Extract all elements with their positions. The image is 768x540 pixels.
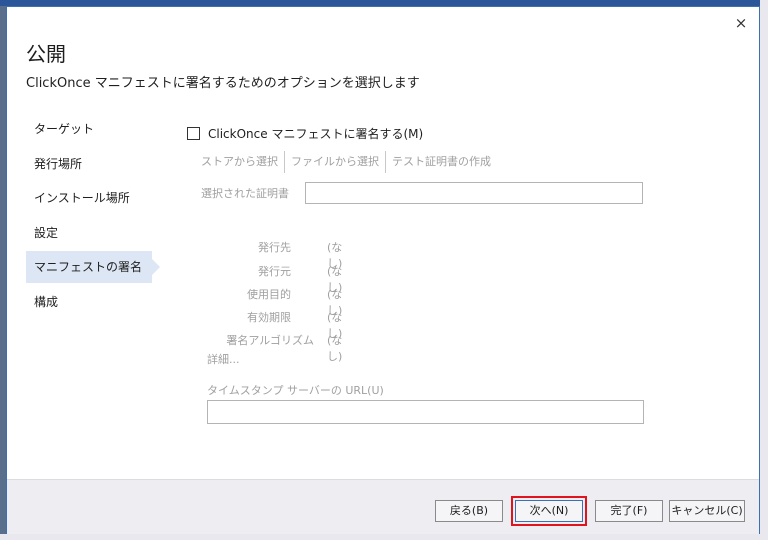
selected-certificate-field[interactable] bbox=[305, 182, 643, 204]
back-button[interactable]: 戻る(B) bbox=[435, 500, 503, 522]
select-from-store-button[interactable]: ストアから選択 bbox=[201, 152, 284, 172]
wizard-nav: ターゲット 発行場所 インストール場所 設定 マニフェストの署名 構成 bbox=[26, 113, 178, 320]
timestamp-server-input[interactable] bbox=[207, 400, 644, 424]
info-key-issued-to: 発行先 bbox=[258, 241, 291, 254]
next-button[interactable]: 次へ(N) bbox=[511, 496, 587, 526]
timestamp-server-label: タイムスタンプ サーバーの URL(U) bbox=[207, 384, 384, 397]
selected-certificate-label: 選択された証明書 bbox=[201, 187, 289, 200]
page-title: 公開 bbox=[26, 42, 66, 66]
nav-item-install-location[interactable]: インストール場所 bbox=[26, 182, 178, 214]
create-test-certificate-button[interactable]: テスト証明書の作成 bbox=[386, 152, 497, 172]
info-key-expiration: 有効期限 bbox=[247, 311, 291, 324]
info-key-intended-purpose: 使用目的 bbox=[247, 288, 291, 301]
details-link[interactable]: 詳細... bbox=[207, 351, 240, 367]
cancel-button[interactable]: キャンセル(C) bbox=[669, 500, 745, 522]
info-key-signature-algorithm: 署名アルゴリズム bbox=[226, 334, 314, 347]
dialog-footer: 戻る(B) 次へ(N) 完了(F) キャンセル(C) bbox=[7, 479, 759, 534]
nav-item-settings[interactable]: 設定 bbox=[26, 217, 178, 249]
sign-manifest-checkbox[interactable] bbox=[187, 127, 200, 140]
publish-dialog: × 公開 ClickOnce マニフェストに署名するためのオプションを選択します… bbox=[6, 6, 760, 534]
background-window-edge bbox=[760, 0, 768, 540]
certificate-toolbar: ストアから選択 ファイルから選択 テスト証明書の作成 bbox=[201, 151, 497, 173]
page-subtitle: ClickOnce マニフェストに署名するためのオプションを選択します bbox=[26, 76, 420, 91]
sign-manifest-row: ClickOnce マニフェストに署名する(M) bbox=[187, 125, 423, 142]
select-from-file-button[interactable]: ファイルから選択 bbox=[285, 152, 385, 172]
finish-button[interactable]: 完了(F) bbox=[595, 500, 663, 522]
nav-item-manifest-signing[interactable]: マニフェストの署名 bbox=[26, 251, 160, 283]
close-icon[interactable]: × bbox=[731, 13, 751, 33]
nav-item-publish-location[interactable]: 発行場所 bbox=[26, 148, 178, 180]
background-window-bottom bbox=[0, 534, 768, 540]
info-value-signature-algorithm: (なし) bbox=[327, 334, 343, 363]
nav-item-configuration[interactable]: 構成 bbox=[26, 286, 178, 318]
nav-item-target[interactable]: ターゲット bbox=[26, 113, 178, 145]
info-key-issued-by: 発行元 bbox=[258, 265, 291, 278]
sign-manifest-label[interactable]: ClickOnce マニフェストに署名する(M) bbox=[208, 125, 423, 142]
